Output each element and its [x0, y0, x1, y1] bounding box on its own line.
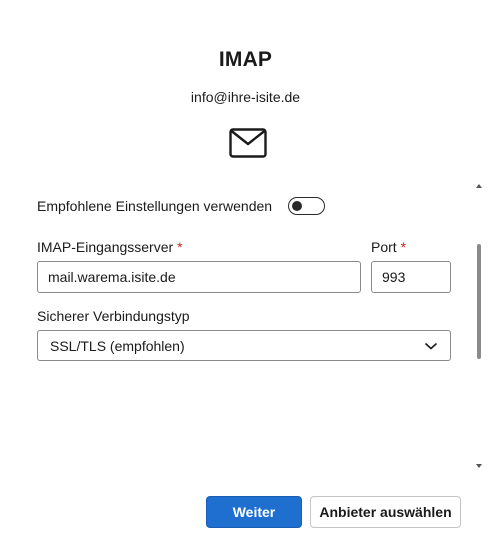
connection-type-select[interactable]: SSL/TLS (empfohlen) — [37, 330, 451, 361]
port-label-text: Port — [371, 239, 397, 255]
recommended-settings-label: Empfohlene Einstellungen verwenden — [37, 198, 273, 214]
server-label-text: IMAP-Eingangsserver — [37, 239, 174, 255]
connection-type-value: SSL/TLS (empfohlen) — [50, 337, 185, 354]
imap-setup-dialog: IMAP info@ihre-isite.de Empfohlene Einst… — [0, 0, 491, 559]
server-required-mark: * — [177, 239, 183, 255]
port-label: Port * — [371, 239, 406, 255]
chevron-down-icon — [424, 342, 438, 350]
scroll-down-arrow-icon[interactable] — [476, 464, 482, 468]
connection-type-label: Sicherer Verbindungstyp — [37, 308, 190, 324]
recommended-settings-row: Empfohlene Einstellungen verwenden — [37, 197, 326, 215]
choose-provider-button[interactable]: Anbieter auswählen — [310, 496, 461, 528]
scrollbar-thumb[interactable] — [477, 244, 481, 359]
account-email: info@ihre-isite.de — [190, 89, 301, 105]
port-required-mark: * — [400, 239, 407, 255]
scrollbar[interactable] — [474, 182, 486, 468]
toggle-knob — [292, 200, 303, 211]
server-input[interactable] — [37, 261, 361, 293]
recommended-settings-toggle[interactable] — [288, 197, 326, 215]
page-title: IMAP — [218, 48, 273, 71]
server-label: IMAP-Eingangsserver * — [37, 239, 183, 255]
mail-icon — [229, 128, 267, 158]
port-input[interactable] — [371, 261, 451, 293]
next-button[interactable]: Weiter — [206, 496, 302, 528]
scroll-up-arrow-icon[interactable] — [476, 184, 482, 188]
